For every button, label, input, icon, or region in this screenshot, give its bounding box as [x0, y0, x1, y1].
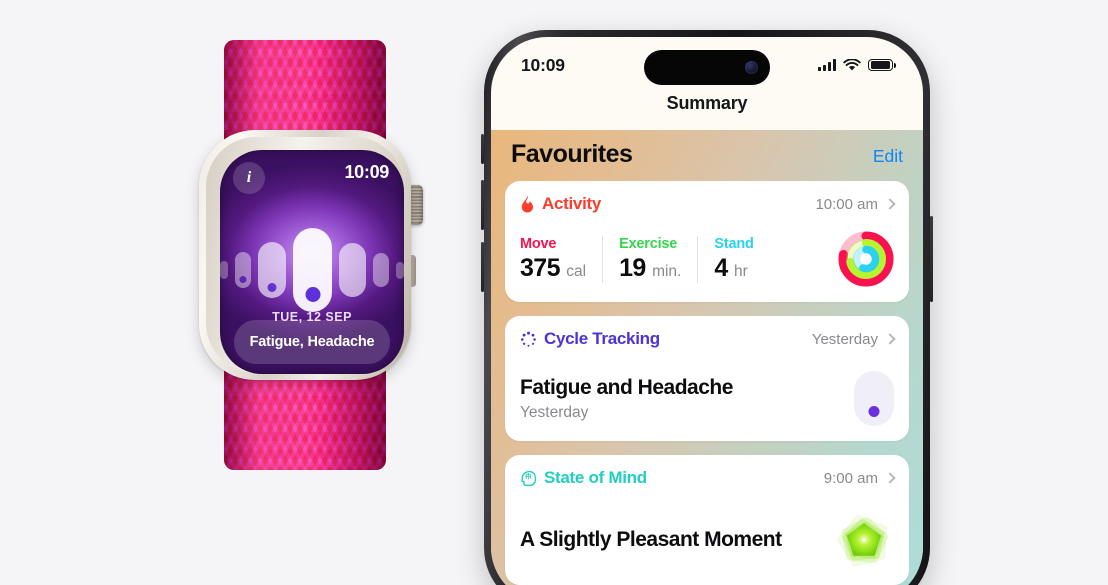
state-of-mind-card[interactable]: State of Mind 9:00 am A Slightly Pleasan…: [505, 455, 909, 585]
iphone-screen: 10:09 Summary Favourites Edit Activity 1…: [491, 37, 923, 585]
dynamic-island: [644, 50, 770, 85]
mute-switch[interactable]: [481, 134, 484, 164]
cycle-time: Yesterday: [811, 330, 878, 348]
stat-value: 4 hr: [714, 253, 748, 282]
cycle-card-header: Cycle Tracking Yesterday: [520, 329, 896, 349]
edit-button[interactable]: Edit: [873, 146, 903, 167]
activity-card-title: Activity: [520, 194, 601, 214]
cycle-tracking-card[interactable]: Cycle Tracking Yesterday Fatigue and Hea…: [505, 316, 909, 441]
page-title: Summary: [666, 93, 748, 113]
mind-time: 9:00 am: [823, 469, 878, 487]
favourites-header: Favourites Edit: [505, 130, 909, 181]
info-icon[interactable]: i: [233, 162, 265, 194]
mind-card-title: State of Mind: [520, 468, 647, 488]
activity-stats-row: Move 375 cal Exercise 19 min. Stand 4 hr: [520, 231, 894, 287]
activity-stat-exercise: Exercise 19 min.: [619, 235, 699, 283]
status-bar: 10:09: [491, 37, 923, 93]
chevron-right-icon[interactable]: [884, 198, 896, 210]
symptoms-chip[interactable]: Fatigue, Headache: [234, 320, 390, 364]
apple-watch: i 10:09 TUE, 12 SEP Fatigue, Headache: [160, 0, 450, 500]
cycle-day-dot: [868, 406, 880, 417]
activity-stats: Move 375 cal Exercise 19 min. Stand 4 hr: [520, 235, 838, 283]
cycle-subline: Yesterday: [520, 403, 589, 421]
stat-label: Stand: [714, 235, 754, 252]
cycle-day-pill: [854, 371, 894, 426]
mind-card-header: State of Mind 9:00 am: [520, 468, 896, 488]
cycle-burst-icon: [521, 331, 536, 347]
mind-text: A Slightly Pleasant Moment: [520, 527, 834, 552]
cycle-pill-dot-1: [239, 276, 247, 283]
cycle-pill-row: [220, 224, 404, 316]
volume-up-button[interactable]: [481, 180, 484, 230]
chevron-right-icon[interactable]: [884, 333, 896, 345]
stat-value: 375 cal: [520, 253, 587, 282]
cycle-card-title: Cycle Tracking: [520, 329, 660, 349]
stat-label: Exercise: [619, 235, 678, 252]
activity-stat-stand: Stand 4 hr: [714, 236, 769, 283]
iphone: 10:09 Summary Favourites Edit Activity 1…: [481, 30, 933, 585]
stat-unit: min.: [652, 262, 682, 280]
mind-card-meta: 9:00 am: [823, 469, 896, 487]
stat-unit: hr: [734, 262, 748, 280]
cycle-pill-dot-2: [267, 283, 277, 292]
stat-label: Move: [520, 235, 557, 252]
watch-case: i 10:09 TUE, 12 SEP Fatigue, Headache: [199, 130, 411, 380]
mind-title-text: State of Mind: [544, 468, 647, 487]
cycle-pill-5: [372, 253, 389, 287]
watch-time: 10:09: [344, 162, 389, 182]
stat-value: 19 min.: [619, 253, 682, 282]
front-camera-icon: [745, 61, 758, 74]
cellular-signal-icon: [818, 59, 836, 71]
cycle-pill-1: [235, 252, 252, 288]
status-time: 10:09: [521, 54, 565, 75]
summary-scroll-view[interactable]: Favourites Edit Activity 10:00 am Move 3…: [491, 130, 923, 585]
battery-icon: [868, 58, 896, 72]
cycle-pill-4: [339, 243, 366, 297]
wifi-icon: [843, 58, 861, 70]
activity-rings: [838, 231, 894, 287]
status-icons: [818, 58, 896, 72]
activity-time: 10:00 am: [815, 195, 878, 213]
mood-pentagon: [836, 514, 889, 567]
head-brain-icon: [521, 470, 537, 486]
activity-stat-move: Move 375 cal: [520, 235, 604, 283]
cycle-pill-2: [258, 242, 287, 298]
cycle-headline: Fatigue and Headache: [520, 376, 733, 400]
power-button[interactable]: [930, 216, 933, 302]
volume-down-button[interactable]: [481, 242, 484, 292]
cycle-content-row: Fatigue and Headache Yesterday: [520, 371, 894, 426]
activity-card[interactable]: Activity 10:00 am Move 375 cal Exercise 19 …: [505, 181, 909, 302]
cycle-pill-dot-3: [305, 287, 321, 302]
chevron-right-icon[interactable]: [884, 472, 896, 484]
activity-title-text: Activity: [542, 194, 602, 213]
favourites-title: Favourites: [511, 140, 633, 168]
mind-headline: A Slightly Pleasant Moment: [520, 528, 782, 552]
cycle-pill-3: [293, 228, 333, 312]
cycle-pill-6: [395, 261, 404, 279]
watch-screen: i 10:09 TUE, 12 SEP Fatigue, Headache: [220, 150, 404, 374]
mind-content-row: A Slightly Pleasant Moment: [520, 510, 894, 570]
cycle-text: Fatigue and Headache Yesterday: [520, 375, 854, 421]
watch-case-inner: i 10:09 TUE, 12 SEP Fatigue, Headache: [206, 137, 404, 374]
cycle-title-text: Cycle Tracking: [544, 329, 660, 348]
activity-card-header: Activity 10:00 am: [520, 194, 896, 214]
cycle-pill-0: [220, 261, 229, 279]
flame-icon: [521, 195, 533, 213]
stat-unit: cal: [566, 262, 587, 280]
activity-card-meta: 10:00 am: [815, 195, 896, 213]
screenshot-canvas: i 10:09 TUE, 12 SEP Fatigue, Headache 10…: [0, 0, 1108, 585]
cycle-card-meta: Yesterday: [811, 330, 896, 348]
activity-rings-svg: [838, 231, 894, 287]
